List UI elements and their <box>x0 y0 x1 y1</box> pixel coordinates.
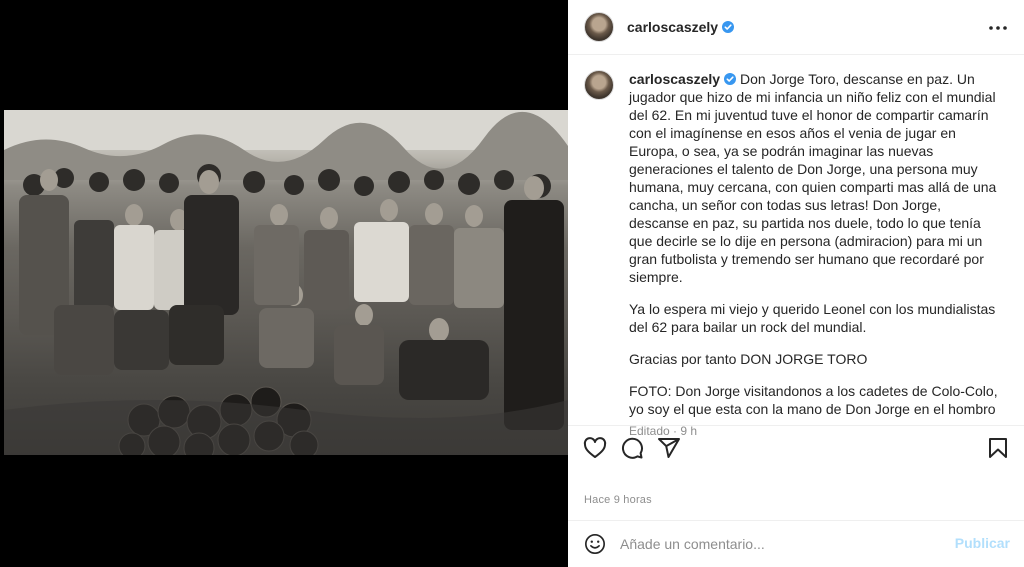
share-icon[interactable] <box>657 436 681 460</box>
comments-area: carloscaszely Don Jorge Toro, descanse e… <box>568 55 1024 438</box>
caption-paragraph-2: Ya lo espera mi viejo y querido Leonel c… <box>629 301 996 335</box>
comment-icon[interactable] <box>620 436 644 460</box>
photo-content <box>4 110 568 455</box>
caption-username[interactable]: carloscaszely <box>629 71 720 87</box>
author-username-text[interactable]: carloscaszely <box>627 19 718 35</box>
post-media <box>0 0 568 567</box>
post-caption: carloscaszely Don Jorge Toro, descanse e… <box>629 70 1004 440</box>
author-avatar[interactable] <box>584 12 614 42</box>
post-photo[interactable] <box>4 110 568 455</box>
bookmark-icon[interactable] <box>986 436 1010 460</box>
comment-input[interactable] <box>620 533 940 555</box>
caption-text-1: Don Jorge Toro, descanse en paz. Un juga… <box>629 71 997 285</box>
verified-badge-icon <box>722 21 735 33</box>
caption-paragraph-4: FOTO: Don Jorge visitandonos a los cadet… <box>629 383 998 417</box>
add-comment-bar: Publicar <box>568 520 1024 567</box>
caption-avatar[interactable] <box>584 70 614 100</box>
emoji-icon[interactable] <box>584 533 606 555</box>
more-options-icon[interactable] <box>988 18 1008 38</box>
post-side-panel: carloscaszely carloscaszely Don Jorge To… <box>568 0 1024 567</box>
heart-icon[interactable] <box>583 436 607 460</box>
post-header: carloscaszely <box>568 0 1024 55</box>
post-timestamp[interactable]: Hace 9 horas <box>584 494 652 506</box>
verified-badge-icon <box>724 73 737 85</box>
caption-paragraph-1: carloscaszely Don Jorge Toro, descanse e… <box>629 70 1004 286</box>
author-username-header[interactable]: carloscaszely <box>627 19 735 35</box>
caption-paragraph-3: Gracias por tanto DON JORGE TORO <box>629 351 868 367</box>
post-comment-button[interactable]: Publicar <box>955 535 1010 551</box>
post-actions-bar <box>568 425 1024 469</box>
